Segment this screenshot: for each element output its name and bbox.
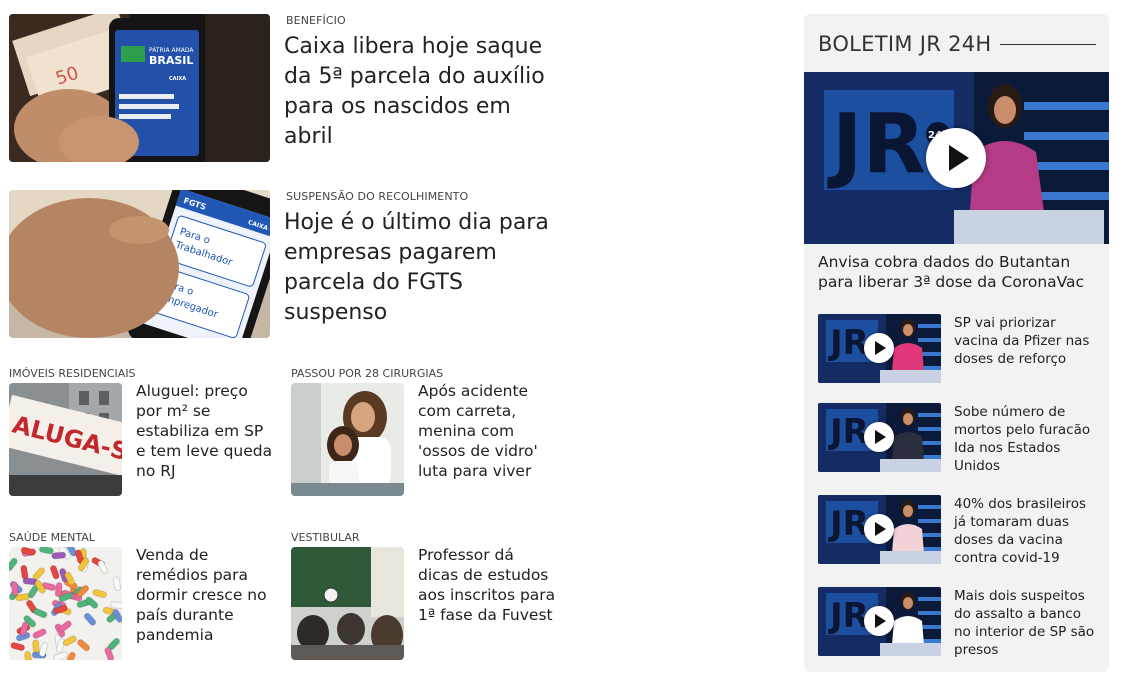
main-story-2[interactable]: FGTS CAIXA Para o Trabalhador Para o Emp… <box>9 190 549 338</box>
story-image-menina[interactable] <box>291 383 404 496</box>
story-image-aluguel[interactable]: ALUGA-SE <box>9 383 122 496</box>
play-icon[interactable] <box>926 128 986 188</box>
video-thumbnail[interactable]: JR <box>818 587 941 656</box>
small-story-2[interactable]: PASSOU POR 28 CIRURGIAS Após acidente co… <box>291 367 551 507</box>
video-title[interactable]: Mais dois suspeitos do assalto a banco n… <box>954 587 1099 659</box>
story-headline[interactable]: Venda de remédios para dormir cresce no … <box>136 545 274 645</box>
story-kicker[interactable]: VESTIBULAR <box>291 531 360 544</box>
boletim-sidebar: BOLETIM JR 24H JR 24h Anvisa cobra dados… <box>804 14 1109 672</box>
story-headline[interactable]: Professor dá dicas de estudos aos inscri… <box>418 545 556 625</box>
story-image-remedios[interactable] <box>9 547 122 660</box>
story-image-fuvest[interactable] <box>291 547 404 660</box>
play-icon[interactable] <box>864 333 894 363</box>
play-icon[interactable] <box>864 422 894 452</box>
svg-text:CAIXA: CAIXA <box>169 76 186 82</box>
svg-text:JR: JR <box>827 97 926 192</box>
small-story-1[interactable]: IMÓVEIS RESIDENCIAIS ALUGA-SE Aluguel: p… <box>9 367 272 507</box>
video-title[interactable]: SP vai priorizar vacina da Pfizer nas do… <box>954 314 1099 368</box>
play-icon[interactable] <box>864 606 894 636</box>
video-item-1[interactable]: JR SP vai priorizar vacina da Pfizer nas… <box>818 314 1103 384</box>
small-story-4[interactable]: VESTIBULAR Professor dá dicas de estudos… <box>291 531 555 671</box>
main-story-1[interactable]: 50 PÁTRIA AMADA BRASIL CAIXA BENEFÍCIO C… <box>9 14 549 162</box>
video-thumbnail[interactable]: JR <box>818 403 941 472</box>
sidebar-title-divider <box>999 43 1096 45</box>
main-video-caption[interactable]: Anvisa cobra dados do Butantan para libe… <box>818 252 1103 292</box>
svg-text:JR: JR <box>828 323 869 363</box>
video-item-3[interactable]: JR 40% dos brasileiros já tomaram duas d… <box>818 495 1103 567</box>
main-video-player[interactable]: JR 24h <box>804 72 1109 244</box>
sidebar-header: BOLETIM JR 24H <box>818 30 1096 58</box>
story-headline[interactable]: Aluguel: preço por m² se estabiliza em S… <box>136 381 274 481</box>
story-kicker[interactable]: SUSPENSÃO DO RECOLHIMENTO <box>286 190 468 203</box>
story-kicker[interactable]: SAÚDE MENTAL <box>9 531 95 544</box>
small-story-3[interactable]: SAÚDE MENTAL Venda de remédios para dorm… <box>9 531 269 671</box>
story-image-fgts[interactable]: FGTS CAIXA Para o Trabalhador Para o Emp… <box>9 190 270 338</box>
story-headline[interactable]: Após acidente com carreta, menina com 'o… <box>418 381 556 481</box>
story-image-auxilio[interactable]: 50 PÁTRIA AMADA BRASIL CAIXA <box>9 14 270 162</box>
video-title[interactable]: Sobe número de mortos pelo furacão Ida n… <box>954 403 1099 475</box>
video-title[interactable]: 40% dos brasileiros já tomaram duas dose… <box>954 495 1099 567</box>
story-headline[interactable]: Hoje é o último dia para empresas pagare… <box>284 208 554 328</box>
story-headline[interactable]: Caixa libera hoje saque da 5ª parcela do… <box>284 32 554 152</box>
story-kicker[interactable]: BENEFÍCIO <box>286 14 346 27</box>
story-kicker[interactable]: IMÓVEIS RESIDENCIAIS <box>9 367 136 380</box>
svg-text:BRASIL: BRASIL <box>149 54 193 67</box>
svg-text:JR: JR <box>828 596 869 636</box>
video-item-2[interactable]: JR Sobe número de mortos pelo furacão Id… <box>818 403 1103 475</box>
video-thumbnail[interactable]: JR <box>818 314 941 383</box>
svg-text:JR: JR <box>828 412 869 452</box>
play-icon[interactable] <box>864 514 894 544</box>
svg-text:JR: JR <box>828 504 869 544</box>
story-kicker[interactable]: PASSOU POR 28 CIRURGIAS <box>291 367 443 380</box>
video-item-4[interactable]: JR Mais dois suspeitos do assalto a banc… <box>818 587 1103 659</box>
video-thumbnail[interactable]: JR <box>818 495 941 564</box>
svg-text:PÁTRIA AMADA: PÁTRIA AMADA <box>149 47 194 54</box>
sidebar-title: BOLETIM JR 24H <box>818 32 992 56</box>
